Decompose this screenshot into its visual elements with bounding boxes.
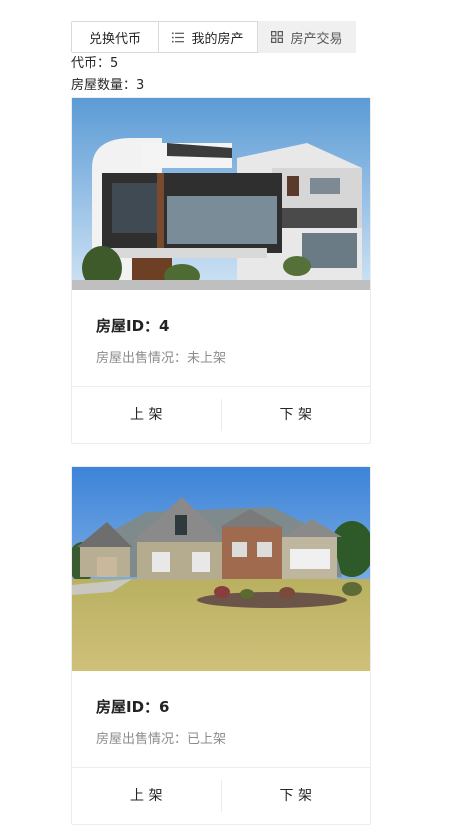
house-photo — [72, 467, 370, 671]
list-for-sale-button[interactable]: 上 架 — [72, 387, 221, 443]
tab-exchange-label: 兑换代币 — [88, 31, 141, 47]
unlist-button[interactable]: 下 架 — [222, 387, 371, 443]
grid-icon — [271, 31, 284, 43]
tab-exchange-coins[interactable]: 兑换代币 — [71, 21, 159, 53]
house-photo — [72, 98, 370, 290]
top-tabs: 兑换代币 我的房产 房产交易 — [71, 21, 356, 53]
sale-status: 房屋出售情况：已上架 — [96, 732, 227, 747]
tab-house-trade[interactable]: 房产交易 — [258, 21, 356, 53]
tab-my-houses-label: 我的房产 — [191, 31, 244, 47]
card-actions: 上 架 下 架 — [72, 768, 370, 824]
house-id: 房屋ID：4 — [96, 317, 170, 335]
house-card: 房屋ID：6 房屋出售情况：已上架 上 架 下 架 — [71, 466, 371, 825]
tab-house-trade-label: 房产交易 — [290, 31, 343, 47]
house-count: 房屋数量：3 — [71, 78, 145, 93]
list-for-sale-button[interactable]: 上 架 — [72, 768, 221, 824]
card-body: 房屋ID：6 房屋出售情况：已上架 — [72, 671, 370, 768]
card-actions: 上 架 下 架 — [72, 387, 370, 443]
card-body: 房屋ID：4 房屋出售情况：未上架 — [72, 290, 370, 387]
unlist-button[interactable]: 下 架 — [222, 768, 371, 824]
sale-status: 房屋出售情况：未上架 — [96, 351, 227, 366]
house-id: 房屋ID：6 — [96, 698, 170, 716]
coin-balance: 代币：5 — [71, 56, 119, 71]
house-card: 房屋ID：4 房屋出售情况：未上架 上 架 下 架 — [71, 97, 371, 444]
tab-my-houses[interactable]: 我的房产 — [159, 21, 258, 53]
list-icon — [172, 32, 185, 43]
